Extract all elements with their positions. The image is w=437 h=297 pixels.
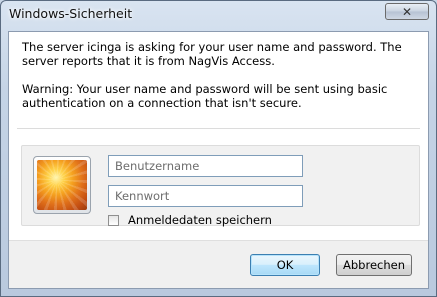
server-message: The server icinga is asking for your use…	[22, 40, 402, 68]
dialog-content: The server icinga is asking for your use…	[8, 31, 429, 289]
cancel-button[interactable]: Abbrechen	[336, 254, 412, 276]
warning-message: Warning: Your user name and password wil…	[22, 82, 388, 110]
title-bar[interactable]: Windows-Sicherheit ✕	[1, 1, 436, 27]
close-button[interactable]: ✕	[385, 3, 429, 20]
remember-row: Anmeldedaten speichern	[108, 213, 272, 227]
user-picture-frame	[33, 156, 91, 214]
window-title: Windows-Sicherheit	[9, 6, 133, 21]
password-input[interactable]	[108, 185, 303, 207]
credential-tile: Anmeldedaten speichern	[21, 145, 420, 227]
ok-button[interactable]: OK	[250, 254, 320, 276]
remember-checkbox[interactable]	[108, 214, 119, 226]
remember-label[interactable]: Anmeldedaten speichern	[128, 213, 272, 227]
user-avatar-icon	[37, 160, 87, 210]
close-icon: ✕	[401, 4, 413, 19]
separator	[17, 128, 420, 129]
button-bar: OK Abbrechen	[9, 240, 428, 288]
message-area: The server icinga is asking for your use…	[22, 40, 412, 110]
username-input[interactable]	[108, 155, 303, 177]
dialog-window: Windows-Sicherheit ✕ The server icinga i…	[0, 0, 437, 297]
